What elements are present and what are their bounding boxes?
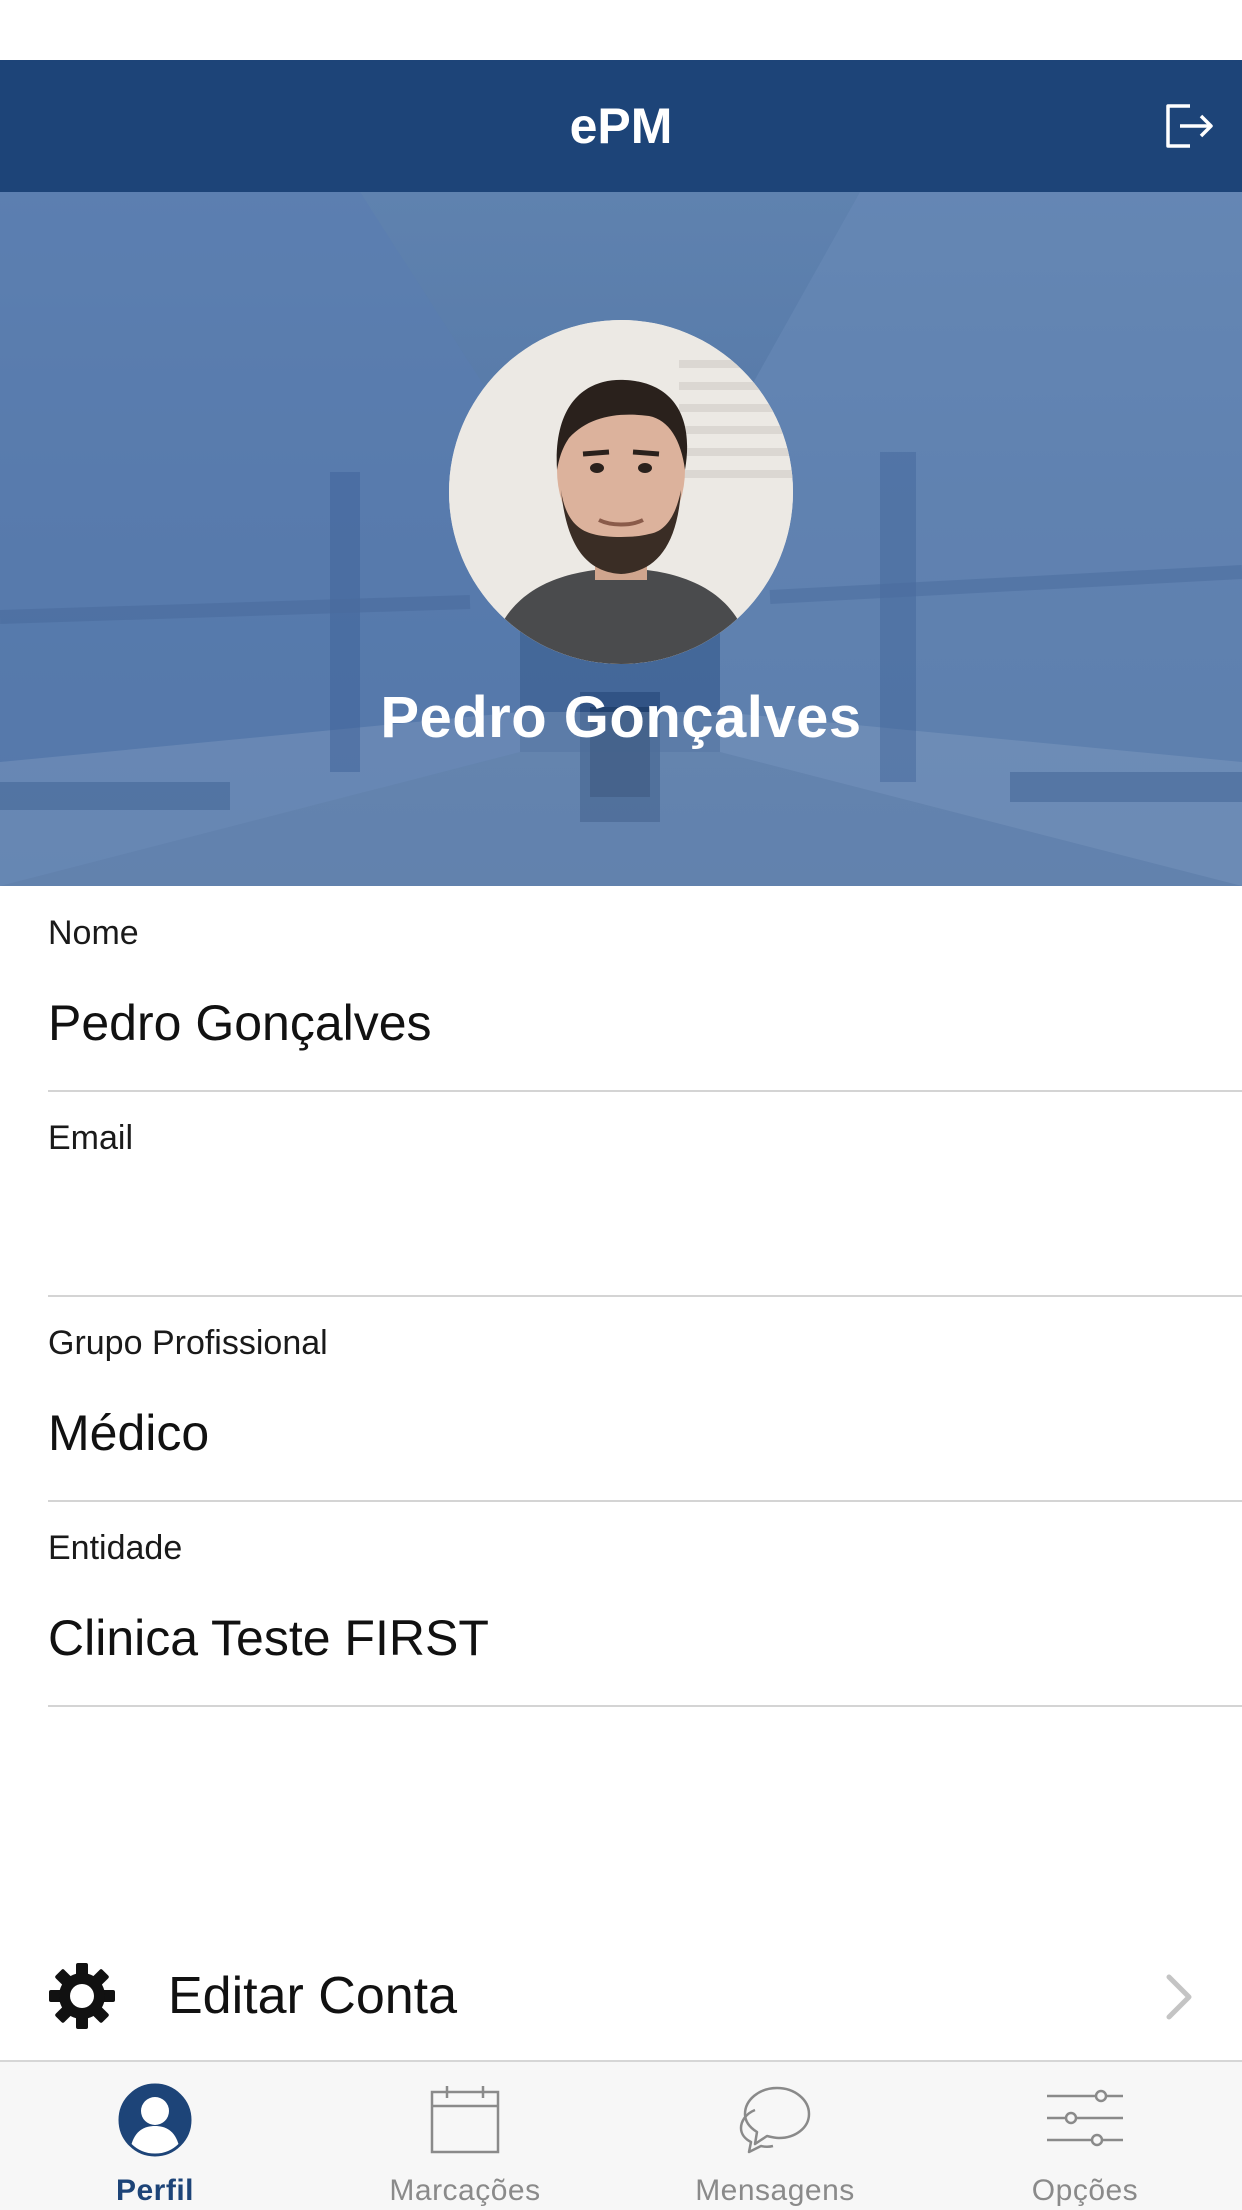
gear-icon [49, 1963, 115, 2029]
sliders-icon [1047, 2089, 1123, 2147]
field-professional-group: Grupo Profissional Médico [48, 1296, 1242, 1502]
tab-bar: Perfil Marcações Mensagens Opções [0, 2060, 1242, 2210]
avatar[interactable] [449, 320, 793, 664]
navigation-bar: ePM [0, 60, 1242, 194]
field-value: Clinica Teste FIRST [48, 1610, 489, 1666]
tab-label: Opções [1031, 2174, 1139, 2207]
field-label: Email [48, 1119, 134, 1157]
tab-perfil[interactable]: Perfil [0, 2062, 310, 2210]
tab-mensagens[interactable]: Mensagens [620, 2062, 930, 2210]
field-value: Médico [48, 1405, 210, 1461]
tab-label: Marcações [389, 2174, 541, 2207]
logout-button[interactable] [1160, 98, 1216, 154]
field-email: Email [48, 1091, 1242, 1297]
field-name: Nome Pedro Gonçalves [48, 886, 1242, 1092]
profile-photo [449, 320, 793, 664]
chat-bubbles-icon [739, 2086, 811, 2154]
tab-opcoes[interactable]: Opções [930, 2062, 1240, 2210]
tab-marcacoes[interactable]: Marcações [310, 2062, 620, 2210]
field-label: Entidade [48, 1529, 183, 1567]
edit-account-label: Editar Conta [168, 1967, 458, 2025]
tab-label: Mensagens [695, 2174, 855, 2207]
field-label: Grupo Profissional [48, 1324, 328, 1362]
profile-header: Pedro Gonçalves [0, 192, 1242, 886]
status-bar [0, 0, 1242, 60]
calendar-icon [430, 2086, 500, 2154]
field-label: Nome [48, 914, 139, 952]
person-icon [118, 2083, 192, 2157]
profile-name: Pedro Gonçalves [380, 685, 862, 750]
field-entity: Entidade Clinica Teste FIRST [48, 1501, 1242, 1707]
field-value: Pedro Gonçalves [48, 995, 432, 1051]
edit-account-button[interactable]: Editar Conta [0, 1930, 1242, 2060]
chevron-right-icon [1166, 1974, 1192, 2020]
logout-icon [1166, 104, 1213, 148]
tab-label: Perfil [115, 2174, 195, 2207]
app-title: ePM [569, 98, 673, 154]
